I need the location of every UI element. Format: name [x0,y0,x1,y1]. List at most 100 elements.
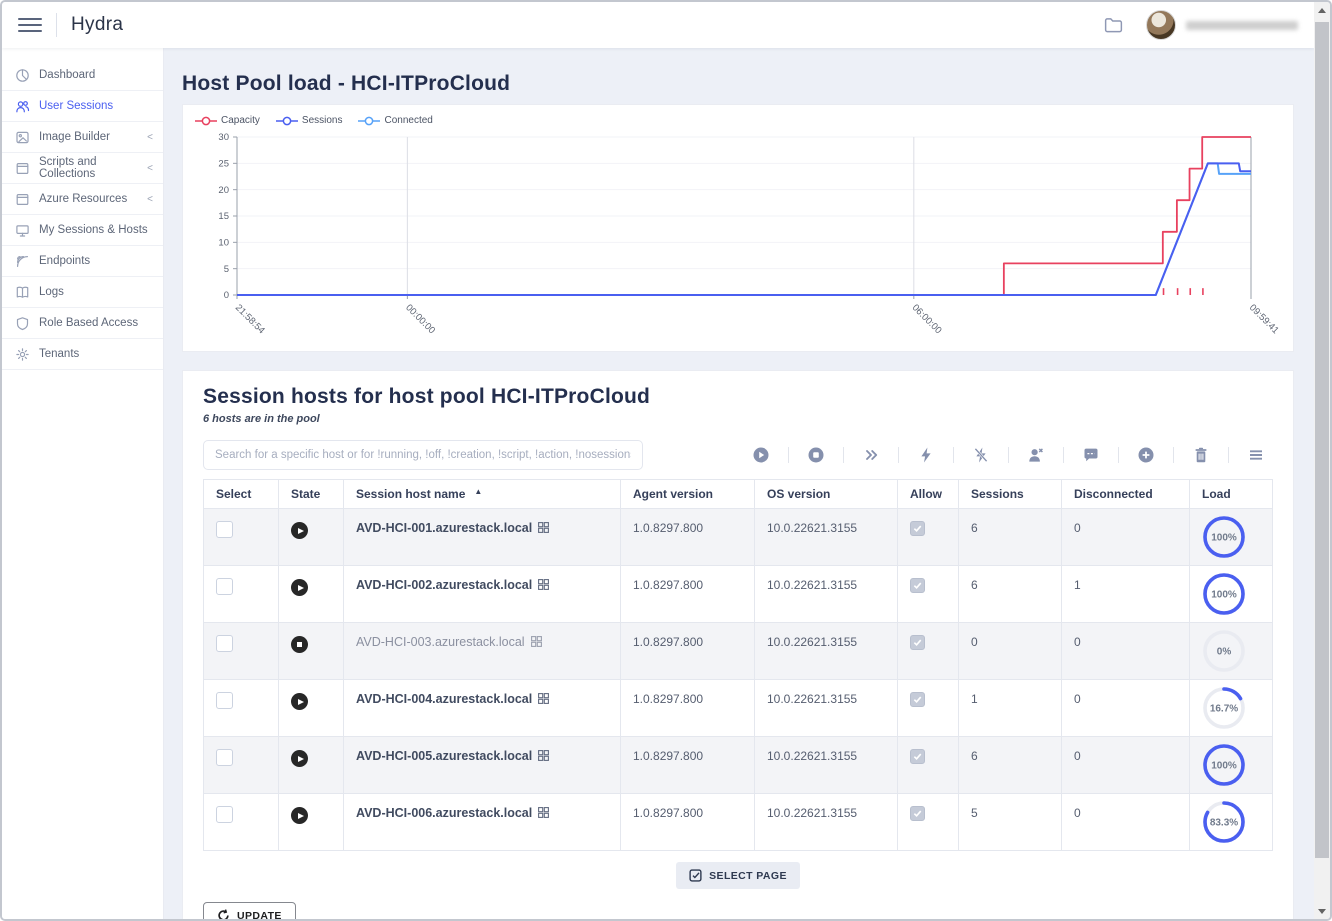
sidebar-item-label: Role Based Access [39,317,138,329]
svg-text:15: 15 [218,211,229,222]
add-host-icon[interactable] [1129,442,1163,468]
update-button[interactable]: UPDATE [203,902,296,919]
sidebar-item-role-based-access[interactable]: Role Based Access [2,308,163,339]
column-header-session-host-name[interactable]: Session host name▲ [344,480,621,509]
state-running-icon [291,522,308,539]
apps-grid-icon[interactable] [538,750,549,764]
legend-item-sessions[interactable]: Sessions [276,115,343,126]
drain-mode-off-icon[interactable] [964,442,998,468]
row-select-checkbox[interactable] [216,749,233,766]
delete-host-icon[interactable] [1184,442,1218,468]
logoff-users-icon[interactable] [1019,442,1053,468]
column-header-sessions[interactable]: Sessions [959,480,1062,509]
toolbar-separator [1228,447,1229,463]
start-host-icon[interactable] [744,442,778,468]
state-running-icon [291,693,308,710]
user-avatar[interactable] [1146,10,1176,40]
sidebar-item-label: Scripts and Collections [39,156,138,180]
agent-version: 1.0.8297.800 [621,623,755,680]
agent-version: 1.0.8297.800 [621,509,755,566]
apps-grid-icon[interactable] [538,807,549,821]
sidebar-item-azure-resources[interactable]: Azure Resources< [2,184,163,215]
sidebar-item-image-builder[interactable]: Image Builder< [2,122,163,153]
os-version: 10.0.22621.3155 [755,566,898,623]
sidebar-item-label: Tenants [39,348,79,360]
load-cell: 100% [1190,509,1272,566]
session-hosts-card: Session hosts for host pool HCI-ITProClo… [182,370,1294,919]
column-header-select[interactable]: Select [204,480,279,509]
sessions-count: 5 [959,794,1062,850]
restart-host-icon[interactable] [854,442,888,468]
row-select-checkbox[interactable] [216,635,233,652]
apps-grid-icon[interactable] [538,522,549,536]
drain-mode-on-icon[interactable] [909,442,943,468]
agent-version: 1.0.8297.800 [621,680,755,737]
column-header-os-version[interactable]: OS version [755,480,898,509]
svg-text:100%: 100% [1211,761,1237,772]
load-donut: 16.7% [1202,686,1246,730]
row-select-checkbox[interactable] [216,806,233,823]
legend-label: Capacity [221,115,260,126]
sidebar-item-scripts-and-collections[interactable]: Scripts and Collections< [2,153,163,184]
sidebar-item-tenants[interactable]: Tenants [2,339,163,370]
sidebar-item-logs[interactable]: Logs [2,277,163,308]
column-header-disconnected[interactable]: Disconnected [1062,480,1190,509]
sidebar-item-dashboard[interactable]: Dashboard [2,60,163,91]
os-version: 10.0.22621.3155 [755,623,898,680]
chart-legend: Capacity Sessions Connected [193,113,1283,130]
allow-checkbox-checked-disabled [910,635,925,650]
stop-host-icon[interactable] [799,442,833,468]
row-select-checkbox[interactable] [216,521,233,538]
load-cell: 0% [1190,623,1272,680]
row-select-checkbox[interactable] [216,692,233,709]
table-header-row: SelectStateSession host name▲Agent versi… [204,480,1272,509]
legend-item-capacity[interactable]: Capacity [195,115,260,126]
load-cell: 100% [1190,737,1272,794]
apps-grid-icon[interactable] [538,579,549,593]
host-search-input[interactable] [203,440,643,470]
session-hosts-table: SelectStateSession host name▲Agent versi… [203,479,1273,851]
os-version: 10.0.22621.3155 [755,794,898,850]
apps-grid-icon[interactable] [531,636,542,650]
hosts-toolbar [744,442,1273,468]
dashboard-icon [15,68,30,83]
column-header-agent-version[interactable]: Agent version [621,480,755,509]
sidebar-item-my-sessions-hosts[interactable]: My Sessions & Hosts [2,215,163,246]
sidebar-item-endpoints[interactable]: Endpoints [2,246,163,277]
svg-text:20: 20 [218,185,229,196]
scroll-down-button[interactable] [1314,903,1330,919]
column-header-allow[interactable]: Allow [898,480,959,509]
state-stopped-icon [291,636,308,653]
azure-resources-icon [15,192,30,207]
folder-icon[interactable] [1103,15,1124,36]
more-actions-icon[interactable] [1239,442,1273,468]
column-header-state[interactable]: State [279,480,344,509]
scrollbar-thumb[interactable] [1315,22,1329,858]
sessions-count: 6 [959,566,1062,623]
send-message-icon[interactable] [1074,442,1108,468]
svg-text:00:00:00: 00:00:00 [403,302,437,336]
app-window: Hydra DashboardUser SessionsImage Builde… [0,0,1332,921]
legend-item-connected[interactable]: Connected [358,115,432,126]
apps-grid-icon[interactable] [538,693,549,707]
sidebar-item-label: Endpoints [39,255,90,267]
svg-text:16.7%: 16.7% [1210,704,1238,715]
sidebar-item-user-sessions[interactable]: User Sessions [2,91,163,122]
column-header-load[interactable]: Load [1190,480,1272,509]
legend-marker-icon [276,116,298,126]
scroll-up-button[interactable] [1314,2,1330,18]
sort-asc-icon: ▲ [474,487,482,496]
row-select-checkbox[interactable] [216,578,233,595]
app-title: Hydra [71,14,123,36]
svg-text:09:59:41: 09:59:41 [1247,302,1281,336]
vertical-scrollbar[interactable] [1314,2,1330,919]
session-host-name: AVD-HCI-006.azurestack.local [356,806,532,820]
session-host-name: AVD-HCI-005.azurestack.local [356,749,532,763]
hamburger-menu-icon[interactable] [18,18,42,32]
table-row: AVD-HCI-001.azurestack.local 1.0.8297.800… [204,509,1272,566]
session-host-name: AVD-HCI-001.azurestack.local [356,521,532,535]
svg-text:5: 5 [224,264,229,275]
sidebar-item-label: Logs [39,286,64,298]
select-page-button[interactable]: SELECT PAGE [676,862,800,889]
my-sessions-icon [15,223,30,238]
